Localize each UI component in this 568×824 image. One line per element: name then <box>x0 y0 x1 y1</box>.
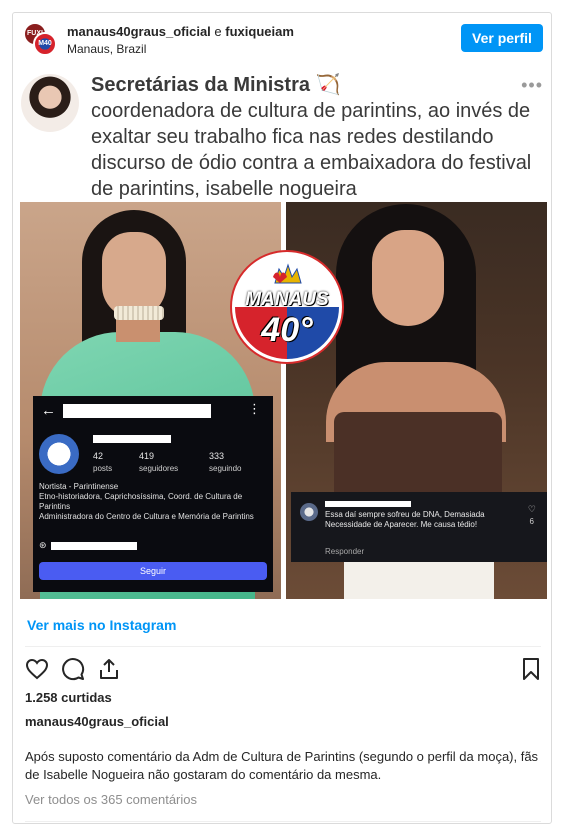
post-location[interactable]: Manaus, Brazil <box>67 42 146 56</box>
logo-text-manaus: MANAUS <box>245 289 329 310</box>
face-shape <box>372 230 444 326</box>
kebab-menu-icon: ⋮ <box>248 401 261 416</box>
likes-count[interactable]: 1.258 curtidas <box>25 690 112 705</box>
necklace-shape <box>114 306 164 320</box>
tweet-screenshot: Secretárias da Ministra 🏹 ••• coordenado… <box>13 65 553 205</box>
follow-button: Seguir <box>39 562 267 580</box>
post-header: FUXI M40 manaus40graus_oficial e fuxique… <box>13 13 553 65</box>
profile-bio: Nortista - Parintinense Etno-historiador… <box>39 482 267 522</box>
posts-count: 42 <box>93 451 104 461</box>
logo-crown-icon <box>273 263 302 284</box>
commenter-avatar <box>300 503 318 521</box>
post-caption: Após suposto comentário da Adm de Cultur… <box>25 749 539 782</box>
caption-username[interactable]: manaus40graus_oficial <box>25 714 169 729</box>
save-bookmark-icon[interactable] <box>519 657 543 681</box>
redacted-commenter-bar <box>325 501 411 507</box>
comment-screenshot: Essa daí sempre sofreu de DNA, Demasiada… <box>291 492 547 562</box>
following-count: 333 <box>209 451 225 461</box>
manaus-40-logo: MANAUS 40° <box>232 252 342 362</box>
bio-line: Administradora do Centro de Cultura e Me… <box>39 512 254 521</box>
posts-label: posts <box>93 464 113 473</box>
top-shape <box>334 412 502 502</box>
post-image[interactable]: MANAUS 40° ← ⋮ 42 419 333 posts seguidor… <box>20 202 547 599</box>
tweet-author-name: Secretárias da Ministra 🏹 <box>91 74 341 96</box>
like-heart-icon[interactable] <box>25 657 49 681</box>
redacted-link-bar <box>51 542 137 550</box>
back-arrow-icon: ← <box>41 402 56 419</box>
redacted-username-bar <box>63 404 211 418</box>
account-connector: e <box>210 24 226 39</box>
view-profile-button[interactable]: Ver perfil <box>461 24 543 52</box>
redacted-name-bar <box>93 435 171 443</box>
tweet-text: coordenadora de cultura de parintins, ao… <box>91 100 532 200</box>
divider <box>25 646 541 647</box>
logo-text-40: 40° <box>261 311 313 349</box>
avatar-manaus40graus[interactable]: M40 <box>33 32 57 56</box>
instagram-embed-card: FUXI M40 manaus40graus_oficial e fuxique… <box>12 12 552 824</box>
comment-icon[interactable] <box>61 657 85 681</box>
reply-label: Responder <box>325 547 365 556</box>
divider <box>25 821 541 822</box>
tweet-avatar <box>21 74 79 132</box>
share-icon[interactable] <box>97 657 121 681</box>
post-accounts: manaus40graus_oficial e fuxiqueiam <box>67 24 294 39</box>
more-options-icon: ••• <box>521 75 543 95</box>
profile-screenshot: ← ⋮ 42 419 333 posts seguidores seguindo… <box>33 396 273 592</box>
bio-line: Etno-historiadora, Caprichosíssima, Coor… <box>39 492 243 511</box>
followers-count: 419 <box>139 451 155 461</box>
heart-icon: ♡ <box>527 504 536 514</box>
followers-label: seguidores <box>139 464 179 473</box>
account-primary-link[interactable]: manaus40graus_oficial <box>67 24 211 39</box>
account-secondary-link[interactable]: fuxiqueiam <box>225 24 294 39</box>
view-more-on-instagram-link[interactable]: Ver mais no Instagram <box>27 617 176 633</box>
comment-text: Essa daí sempre sofreu de DNA, Demasiada… <box>325 510 485 529</box>
following-label: seguindo <box>209 464 242 473</box>
collab-avatars[interactable]: FUXI M40 <box>23 22 57 56</box>
link-icon: ⊛ <box>39 540 47 550</box>
view-all-comments-link[interactable]: Ver todos os 365 comentários <box>25 792 197 807</box>
comment-like-count: 6 <box>529 517 534 526</box>
bio-line: Nortista - Parintinense <box>39 482 119 491</box>
profile-avatar <box>39 434 79 474</box>
